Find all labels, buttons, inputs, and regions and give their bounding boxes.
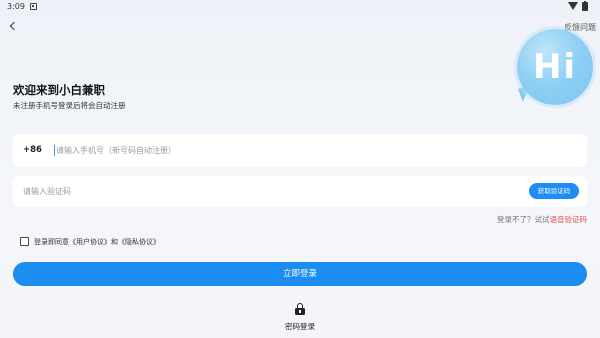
chevron-left-icon [9,21,19,31]
status-time: 3:09 [7,2,25,11]
wifi-icon [568,2,578,10]
agreement-checkbox[interactable] [20,237,29,246]
status-bar: 3:09 [0,0,600,14]
welcome-subtitle: 未注册手机号登录后将会自动注册 [13,101,126,110]
login-button[interactable]: 立即登录 [13,262,587,286]
code-input[interactable] [23,184,323,199]
battery-icon [582,0,588,11]
password-login-link[interactable]: 密码登录 [270,321,330,332]
phone-input[interactable] [56,143,356,158]
code-field: 获取验证码 [13,176,587,207]
welcome-title: 欢迎来到小白兼职 [13,83,105,97]
country-code[interactable]: +86 [23,145,42,155]
lock-keyhole [299,310,301,313]
agreement-text[interactable]: 登录即同意《用户协议》和《隐私协议》 [34,237,160,247]
phone-field: +86 [13,134,587,167]
notification-icon [30,3,37,10]
login-help-question: 登录不了？试试 [497,215,550,224]
get-code-button[interactable]: 获取验证码 [529,183,579,199]
login-help: 登录不了？试试语音验证码 [497,214,587,225]
hi-bubble-text: Hi [532,47,578,87]
login-screen: 3:09 反馈问题 Hi 欢迎来到小白兼职 未注册手机号登录后将会自动注册 +8… [0,0,600,338]
back-button[interactable] [6,20,20,34]
voice-code-link[interactable]: 语音验证码 [550,215,588,224]
lock-icon[interactable] [295,303,305,315]
text-caret [54,145,56,156]
